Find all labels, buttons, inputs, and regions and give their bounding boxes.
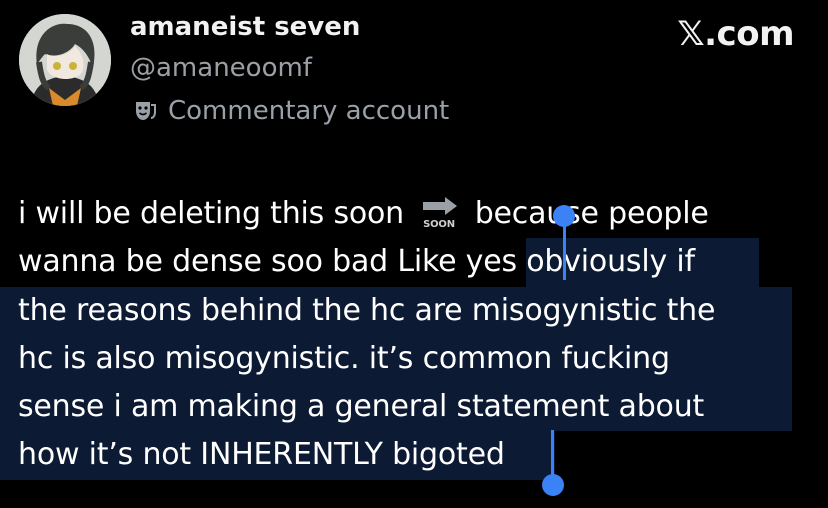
theater-masks-icon: [136, 102, 156, 120]
tweet-line-4: hc is also misogynistic. it’s common fuc…: [0, 334, 792, 384]
tweet-line-5: sense i am making a general statement ab…: [0, 383, 792, 432]
tweet-line-1-start: i will be deleting this soon: [18, 196, 404, 231]
selection-start-caret: [563, 218, 566, 280]
tweet-line-2-selected: obviously if: [526, 238, 760, 287]
brand-watermark: 𝕏.com: [677, 14, 794, 54]
account-badge: Commentary account: [132, 96, 449, 126]
user-handle[interactable]: @amaneoomf: [130, 53, 312, 83]
tweet-line-1: i will be deleting this soon SOON becaus…: [18, 190, 818, 238]
tweet-text[interactable]: i will be deleting this soon SOON becaus…: [0, 190, 818, 480]
display-name[interactable]: amaneist seven: [130, 12, 360, 42]
selection-end-handle[interactable]: [542, 474, 564, 496]
tweet-line-2-unselected: wanna be dense soo bad Like yes: [18, 244, 527, 280]
svg-text:SOON: SOON: [423, 219, 455, 229]
tweet-line-3: the reasons behind the hc are misogynist…: [0, 286, 792, 335]
tweet-line-6: how it’s not INHERENTLY bigoted: [0, 431, 555, 480]
tweet-line-2: wanna be dense soo bad Like yes obviousl…: [18, 238, 818, 287]
soon-arrow-icon: SOON: [423, 197, 458, 229]
badge-label: Commentary account: [168, 96, 450, 126]
avatar-image: [19, 14, 111, 106]
tweet-line-1-end: because people: [474, 196, 709, 231]
avatar[interactable]: [19, 14, 111, 106]
